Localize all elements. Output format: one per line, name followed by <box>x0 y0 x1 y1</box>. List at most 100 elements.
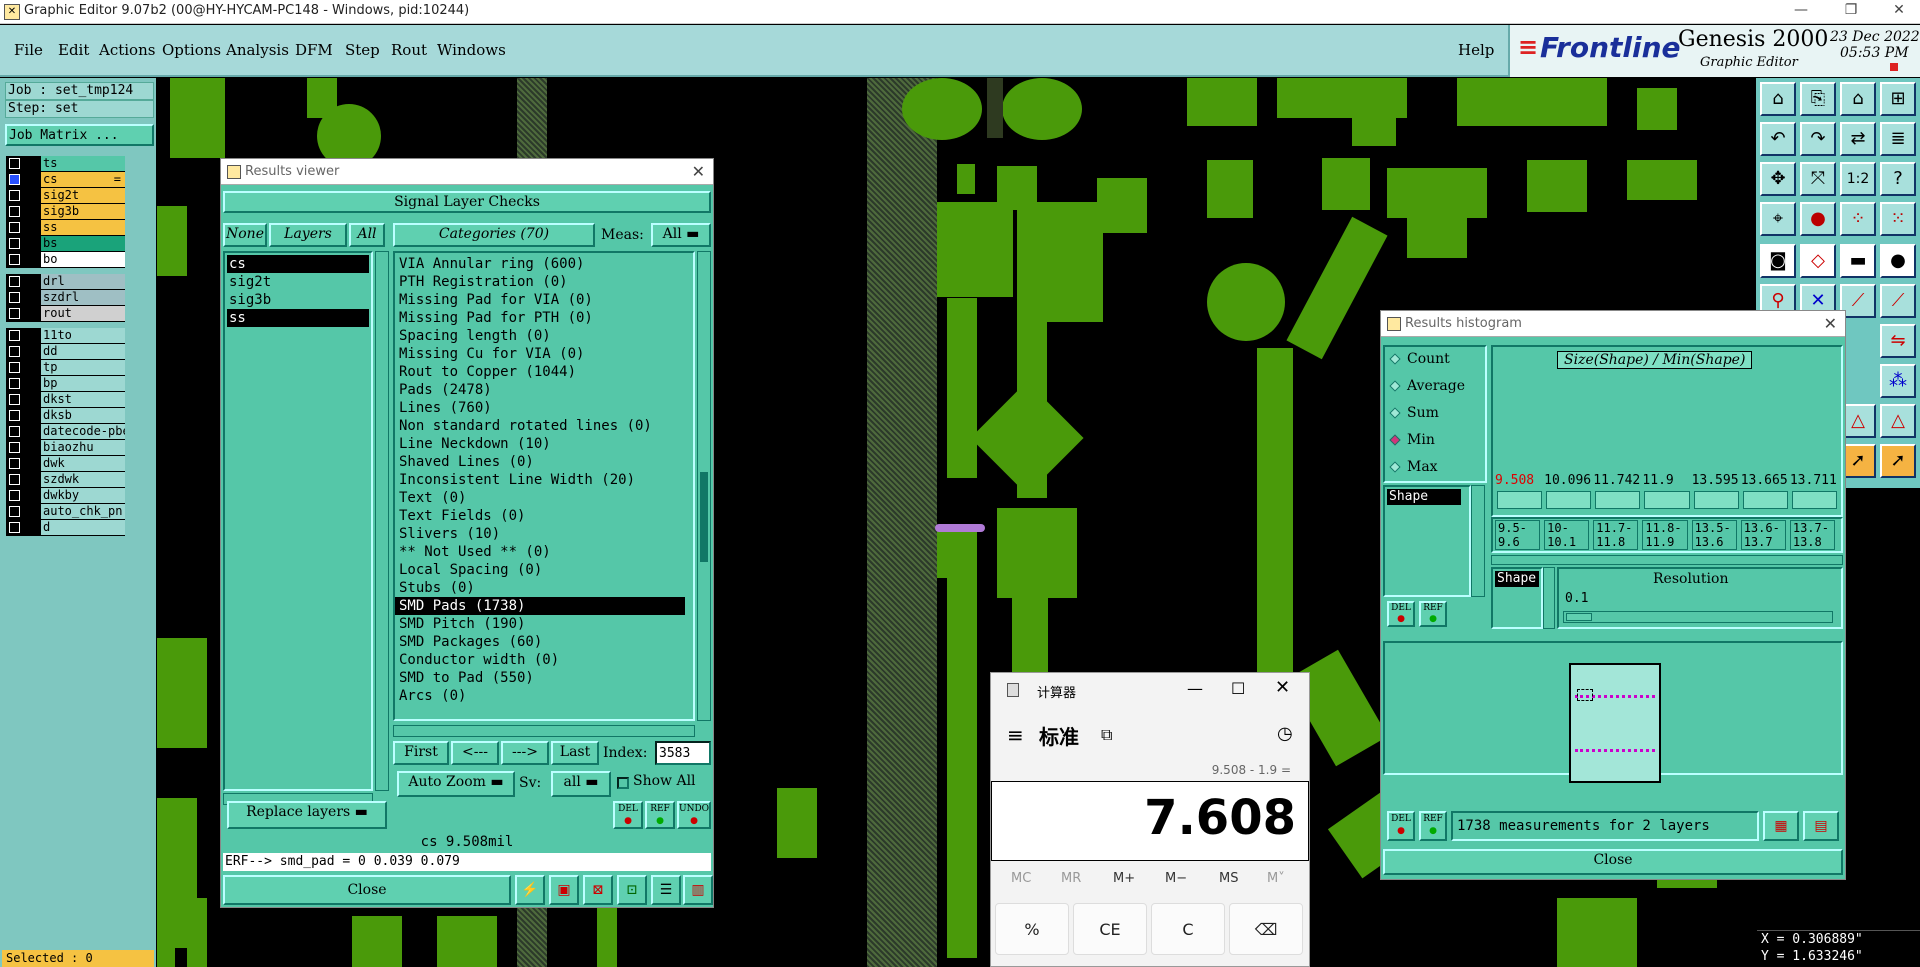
tool-grid-icon[interactable]: ⊞ <box>1880 82 1916 116</box>
calc-minimize-button[interactable]: — <box>1187 679 1203 698</box>
layer-checkbox[interactable] <box>9 174 20 185</box>
layer-checkbox[interactable] <box>9 190 20 201</box>
layer-checkbox[interactable] <box>9 222 20 233</box>
category-hscroll[interactable] <box>393 725 695 737</box>
menu-rout[interactable]: Rout <box>391 41 427 59</box>
categories-button[interactable]: Categories (70) <box>393 223 595 247</box>
hist-chart-icon[interactable]: ▤ <box>1803 811 1839 841</box>
radio-diamond-icon[interactable] <box>1389 353 1401 365</box>
histogram-bar[interactable] <box>1693 491 1739 509</box>
layer-checkbox[interactable] <box>9 292 20 303</box>
hist-del2-button[interactable]: DEL ● <box>1387 811 1415 841</box>
hist-export-icon[interactable]: ▦ <box>1763 811 1799 841</box>
job-matrix-button[interactable]: Job Matrix ... <box>5 124 154 146</box>
layer-checkbox[interactable] <box>9 458 20 469</box>
tool-snap-grid-icon[interactable]: ⁙ <box>1880 202 1916 236</box>
menu-edit[interactable]: Edit <box>58 41 89 59</box>
signal-layer-checks-header[interactable]: Signal Layer Checks <box>223 191 711 213</box>
index-input[interactable] <box>655 741 711 765</box>
layer-checkbox[interactable] <box>9 276 20 287</box>
category-item[interactable]: Lines (760) <box>395 399 691 417</box>
layer-row-dwkby[interactable]: dwkby <box>6 488 125 504</box>
category-item[interactable]: Local Spacing (0) <box>395 561 691 579</box>
layer-checkbox[interactable] <box>9 158 20 169</box>
category-item[interactable]: Missing Pad for PTH (0) <box>395 309 691 327</box>
layer-checkbox[interactable] <box>9 378 20 389</box>
shape-field-scrollbar[interactable] <box>1543 567 1555 629</box>
tool-pad-icon[interactable]: ● <box>1880 244 1916 278</box>
category-item[interactable]: ** Not Used ** (0) <box>395 543 691 561</box>
filter-icon[interactable]: ⊠ <box>583 875 613 905</box>
del-button[interactable]: DEL ● <box>613 801 643 829</box>
hist-del-button[interactable]: DEL ● <box>1387 601 1415 627</box>
radio-diamond-icon[interactable] <box>1389 380 1401 392</box>
menu-actions[interactable]: Actions <box>99 41 155 59</box>
meas-dropdown[interactable]: All ▬ <box>651 223 711 247</box>
layer-checkbox[interactable] <box>9 474 20 485</box>
histogram-hscroll[interactable] <box>1491 555 1843 565</box>
export-icon[interactable]: ▣ <box>549 875 579 905</box>
rv-layer-item[interactable]: ss <box>227 309 369 327</box>
tool-flip-icon[interactable]: ⇋ <box>1880 324 1916 358</box>
category-scroll-thumb[interactable] <box>700 472 708 562</box>
maximize-button[interactable]: ❐ <box>1836 2 1866 22</box>
category-item[interactable]: Slivers (10) <box>395 525 691 543</box>
tool-home-icon[interactable]: ⌂ <box>1760 82 1796 116</box>
layer-checkbox[interactable] <box>9 522 20 533</box>
stat-option-count[interactable]: Count <box>1389 351 1450 371</box>
category-item[interactable]: SMD Pads (1738) <box>395 597 685 615</box>
layers-all-button[interactable]: All <box>349 223 385 247</box>
resolution-slider[interactable] <box>1563 611 1833 623</box>
tool-redo-icon[interactable]: ↷ <box>1800 122 1836 156</box>
layer-row-ss[interactable]: ss <box>6 220 125 236</box>
auto-zoom-dropdown[interactable]: Auto Zoom ▬ <box>397 771 515 797</box>
tool-pointer-move-icon[interactable]: ➚ <box>1880 444 1916 478</box>
category-item[interactable]: Line Neckdown (10) <box>395 435 691 453</box>
tool-select-icon[interactable]: ◙ <box>1760 244 1796 278</box>
layer-row-dwk[interactable]: dwk <box>6 456 125 472</box>
menu-file[interactable]: File <box>14 41 43 59</box>
rv-layer-item[interactable]: cs <box>227 255 369 273</box>
layer-row-datecode-pbe[interactable]: datecode-pbe <box>6 424 125 440</box>
calc-ms[interactable]: MS <box>1219 871 1238 886</box>
calc-percent-key[interactable]: % <box>995 903 1069 955</box>
tool-undo-icon[interactable]: ↶ <box>1760 122 1796 156</box>
layer-row-biaozhu[interactable]: biaozhu <box>6 440 125 456</box>
sv-dropdown[interactable]: all ▬ <box>551 771 611 797</box>
category-item[interactable]: Text (0) <box>395 489 691 507</box>
show-all-checkbox[interactable] <box>617 777 629 789</box>
last-button[interactable]: Last <box>551 741 599 765</box>
menu-analysis[interactable]: Analysis <box>226 41 289 59</box>
category-item[interactable]: Missing Pad for VIA (0) <box>395 291 691 309</box>
layer-checkbox[interactable] <box>9 330 20 341</box>
hist-ref-button[interactable]: REF ● <box>1419 601 1447 627</box>
minimize-button[interactable]: — <box>1786 2 1816 22</box>
category-item[interactable]: PTH Registration (0) <box>395 273 691 291</box>
results-viewer-close-button[interactable]: Close <box>223 875 511 905</box>
rv-layer-item[interactable]: sig3b <box>227 291 369 309</box>
calc-backspace-key[interactable]: ⌫ <box>1229 903 1303 955</box>
layer-row-dksb[interactable]: dksb <box>6 408 125 424</box>
layer-checkbox[interactable] <box>9 362 20 373</box>
category-item[interactable]: Inconsistent Line Width (20) <box>395 471 691 489</box>
tool-link-icon[interactable]: ⟋ <box>1880 284 1916 318</box>
tool-building-icon[interactable]: ⌂ <box>1840 82 1876 116</box>
shape-field-item[interactable]: Shape <box>1495 571 1539 587</box>
menu-windows[interactable]: Windows <box>437 41 506 59</box>
layer-list-scrollbar[interactable] <box>375 251 389 791</box>
calc-mplus[interactable]: M+ <box>1113 871 1135 886</box>
light-icon[interactable]: ⚡ <box>515 875 545 905</box>
category-item[interactable]: SMD Packages (60) <box>395 633 691 651</box>
calc-mr[interactable]: MR <box>1061 871 1081 886</box>
layer-row-11to[interactable]: 11to <box>6 328 125 344</box>
category-item[interactable]: Pads (2478) <box>395 381 691 399</box>
category-item[interactable]: Arcs (0) <box>395 687 691 705</box>
calc-close-button[interactable]: ✕ <box>1275 677 1290 698</box>
stat-option-max[interactable]: Max <box>1389 459 1438 479</box>
layer-row-drl[interactable]: drl <box>6 274 125 290</box>
histogram-bar[interactable] <box>1791 491 1837 509</box>
menu-help[interactable]: Help <box>1458 41 1494 59</box>
layer-row-rout[interactable]: rout <box>6 306 125 322</box>
layer-row-sig2t[interactable]: sig2t <box>6 188 125 204</box>
layer-checkbox[interactable] <box>9 426 20 437</box>
